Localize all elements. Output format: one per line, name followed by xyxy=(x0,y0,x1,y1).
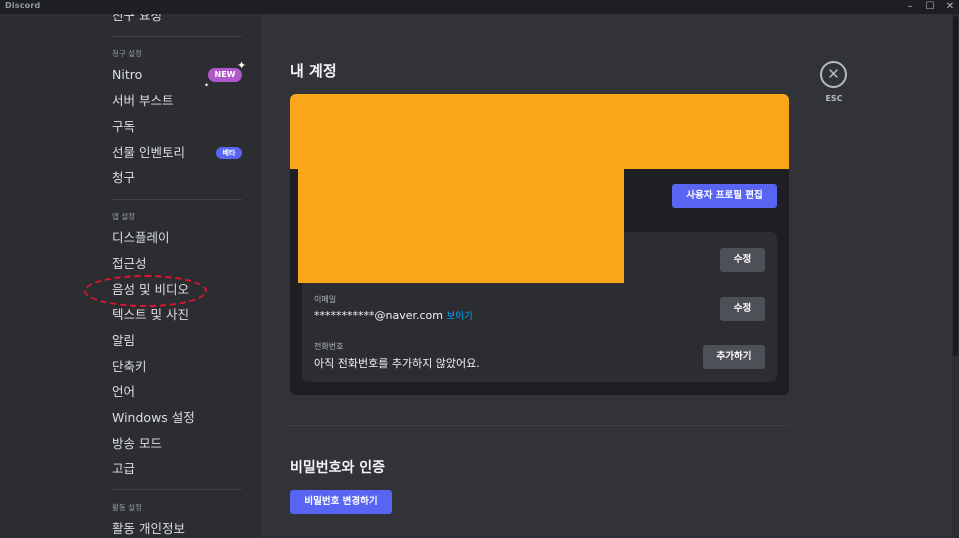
sidebar-item-gift-inventory[interactable]: 선물 인벤토리 xyxy=(112,143,185,163)
phone-value: 아직 전화번호를 추가하지 않았어요. xyxy=(314,357,480,370)
sidebar-divider xyxy=(112,199,242,200)
sidebar-item-subscriptions[interactable]: 구독 xyxy=(112,117,135,137)
sidebar-item-friend-requests[interactable]: 친구 요청 xyxy=(112,14,162,26)
sidebar-item-accessibility[interactable]: 접근성 xyxy=(112,254,147,274)
minimize-button[interactable]: – xyxy=(900,0,920,13)
sidebar-item-keybinds[interactable]: 단축키 xyxy=(112,357,147,377)
change-password-button[interactable]: 비밀번호 변경하기 xyxy=(290,490,392,514)
password-section-title: 비밀번호와 인증 xyxy=(290,460,386,476)
edit-email-button[interactable]: 수정 xyxy=(720,297,765,321)
sparkle-small-icon: ✦ xyxy=(204,82,210,89)
sidebar-item-notifications[interactable]: 알림 xyxy=(112,331,135,351)
edit-username-button[interactable]: 수정 xyxy=(720,248,765,272)
sparkle-icon: ✦ xyxy=(237,59,247,72)
esc-label: ESC xyxy=(825,94,843,103)
sidebar-item-activity-privacy[interactable]: 활동 개인정보 xyxy=(112,519,185,538)
sidebar-category-activity: 활동 설정 xyxy=(112,503,142,512)
email-masked: ***********@naver.com xyxy=(314,309,443,322)
sidebar-category-billing: 청구 설정 xyxy=(112,49,142,58)
title-bar: Discord – ☐ ✕ xyxy=(0,0,959,14)
sidebar-item-display[interactable]: 디스플레이 xyxy=(112,228,170,248)
sidebar-item-nitro[interactable]: Nitro xyxy=(112,65,142,85)
sidebar-divider xyxy=(112,36,242,37)
sidebar-item-windows-settings[interactable]: Windows 설정 xyxy=(112,408,195,428)
profile-banner xyxy=(290,94,789,169)
sidebar-item-language[interactable]: 언어 xyxy=(112,382,135,402)
page-title: 내 계정 xyxy=(290,62,337,80)
close-icon[interactable]: ✕ xyxy=(820,61,847,88)
highlight-annotation xyxy=(84,275,207,307)
beta-badge: 베타 xyxy=(216,147,242,159)
redaction-block xyxy=(298,169,624,283)
app-name: Discord xyxy=(5,1,41,10)
sidebar-item-advanced[interactable]: 고급 xyxy=(112,459,135,479)
edit-profile-button[interactable]: 사용자 프로필 편집 xyxy=(672,184,777,208)
sidebar-item-streamer-mode[interactable]: 방송 모드 xyxy=(112,434,162,454)
maximize-button[interactable]: ☐ xyxy=(920,0,940,13)
close-window-button[interactable]: ✕ xyxy=(940,0,959,13)
section-divider xyxy=(290,425,789,426)
email-value: ***********@naver.com 보이기 xyxy=(314,308,473,322)
sidebar-item-text-images[interactable]: 텍스트 및 사진 xyxy=(112,305,189,325)
sidebar-category-app: 앱 설정 xyxy=(112,212,136,221)
reveal-email-link[interactable]: 보이기 xyxy=(447,311,473,322)
sidebar-item-billing[interactable]: 청구 xyxy=(112,168,135,188)
sidebar-item-server-boost[interactable]: 서버 부스트 xyxy=(112,91,173,111)
email-label: 이메일 xyxy=(314,295,337,304)
sidebar-divider xyxy=(112,489,242,490)
phone-label: 전화번호 xyxy=(314,342,344,351)
settings-content: 내 계정 ✕ ESC 사용자 프로필 편집 수정 이메일 ***********… xyxy=(261,14,959,538)
scrollbar-thumb[interactable] xyxy=(953,16,958,356)
add-phone-button[interactable]: 추가하기 xyxy=(703,345,765,369)
